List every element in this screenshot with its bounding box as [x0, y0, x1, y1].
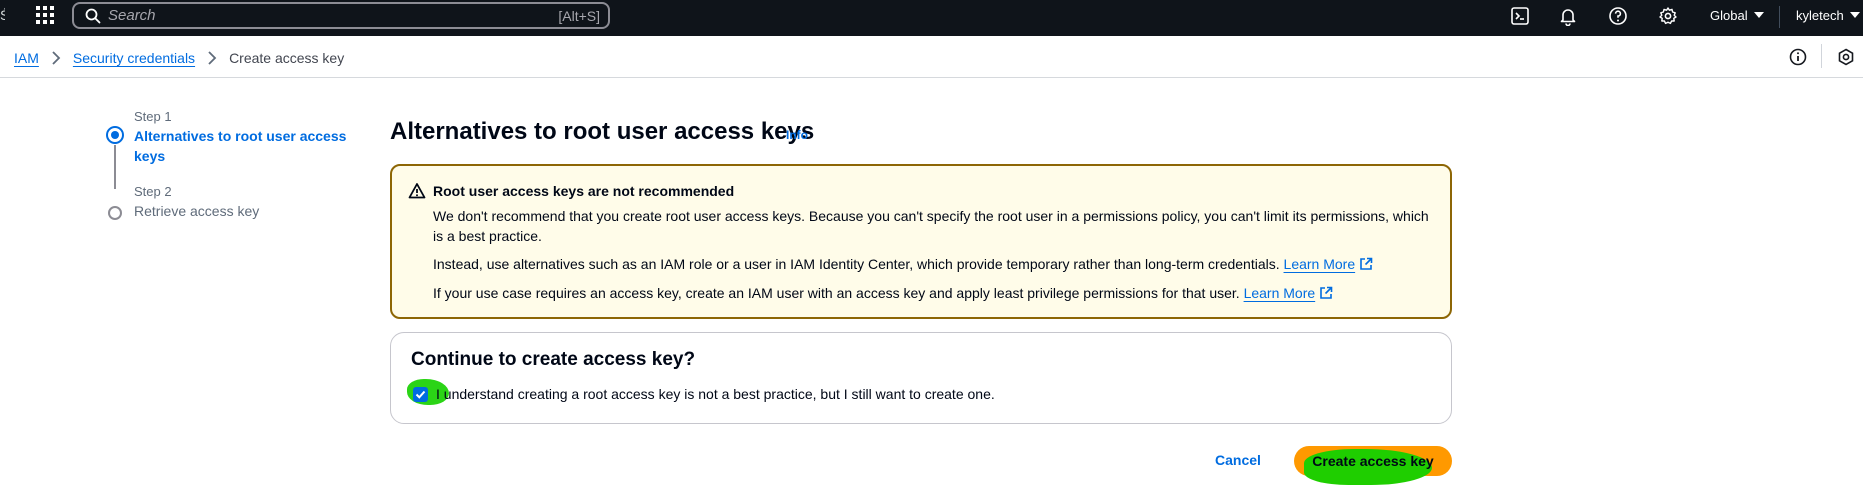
- info-panel-icon[interactable]: [1788, 47, 1808, 67]
- cloudshell-icon[interactable]: [1510, 6, 1530, 26]
- services-edge-icon[interactable]: Ś: [0, 7, 5, 29]
- warning-alert: Root user access keys are not recommende…: [390, 164, 1452, 319]
- confirmation-title: Continue to create access key?: [411, 349, 696, 370]
- chevron-right-icon: [52, 51, 61, 65]
- external-link-icon[interactable]: [1359, 257, 1373, 271]
- top-navigation-bar: Ś [Alt+S] Global kyletech: [0, 0, 1863, 36]
- breadcrumb-divider: [1821, 44, 1822, 68]
- info-link[interactable]: Info: [786, 128, 808, 142]
- account-menu[interactable]: kyletech: [1796, 8, 1860, 23]
- step-connector: [114, 145, 116, 189]
- search-input[interactable]: [108, 6, 528, 25]
- create-access-key-button[interactable]: Create access key: [1294, 446, 1452, 485]
- breadcrumb: IAM Security credentials Create access k…: [14, 48, 344, 68]
- acknowledge-checkbox[interactable]: [413, 387, 428, 402]
- caret-down-icon: [1849, 12, 1860, 18]
- caret-down-icon: [1753, 12, 1764, 18]
- help-panel-icon[interactable]: [1836, 47, 1856, 67]
- header-divider: [0, 77, 1863, 78]
- acknowledge-checkbox-label[interactable]: I understand creating a root access key …: [436, 386, 995, 402]
- bell-icon[interactable]: [1558, 6, 1578, 26]
- step-1-active-icon: [106, 126, 124, 144]
- learn-more-link-2[interactable]: Learn More: [1244, 285, 1316, 301]
- step-2-inactive-icon: [108, 206, 122, 220]
- gear-icon[interactable]: [1658, 6, 1678, 26]
- region-selector[interactable]: Global: [1710, 8, 1764, 23]
- page-title: Alternatives to root user access keys: [390, 118, 815, 145]
- warning-icon: [408, 183, 426, 199]
- alert-title: Root user access keys are not recommende…: [433, 183, 735, 199]
- search-shortcut-hint: [Alt+S]: [558, 8, 600, 24]
- breadcrumb-security-credentials-link[interactable]: Security credentials: [73, 50, 195, 66]
- step-1-title[interactable]: Alternatives to root user access keys: [134, 126, 354, 166]
- confirmation-container: Continue to create access key? I underst…: [390, 332, 1452, 424]
- chevron-right-icon: [208, 51, 217, 65]
- breadcrumb-current: Create access key: [229, 50, 345, 66]
- external-link-icon[interactable]: [1319, 286, 1333, 300]
- step-1-label: Step 1: [134, 109, 172, 124]
- grid-icon[interactable]: [36, 6, 56, 26]
- search-box[interactable]: [Alt+S]: [72, 2, 610, 29]
- help-icon[interactable]: [1608, 6, 1628, 26]
- alert-paragraph-2: Instead, use alternatives such as an IAM…: [433, 254, 1433, 274]
- alert-paragraph-3: If your use case requires an access key,…: [433, 283, 1433, 303]
- checkmark-icon: [415, 390, 426, 399]
- step-2-title: Retrieve access key: [134, 203, 260, 219]
- learn-more-link-1[interactable]: Learn More: [1284, 256, 1356, 272]
- breadcrumb-iam-link[interactable]: IAM: [14, 50, 39, 66]
- search-icon: [85, 8, 101, 24]
- alert-paragraph-1: We don't recommend that you create root …: [433, 208, 1429, 244]
- cancel-button[interactable]: Cancel: [1215, 452, 1261, 468]
- topbar-divider: [1779, 6, 1780, 28]
- step-2-label: Step 2: [134, 184, 172, 199]
